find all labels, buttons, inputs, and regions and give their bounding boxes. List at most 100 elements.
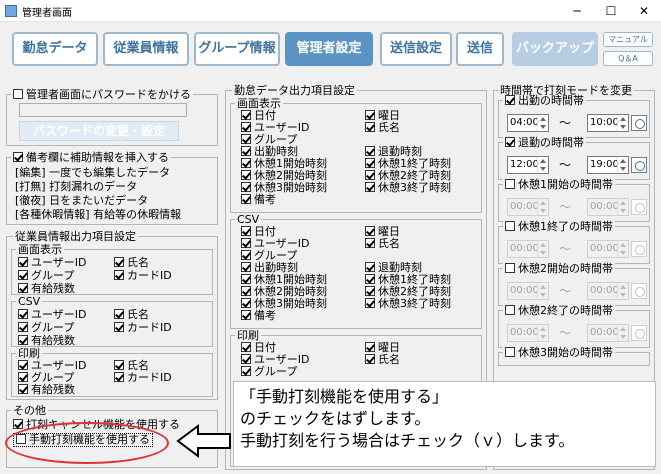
close-button[interactable]: ✕ xyxy=(627,0,661,22)
kintai-data-button[interactable]: 勤怠データ xyxy=(12,32,98,66)
spin-arrows-icon[interactable] xyxy=(617,115,628,131)
spin-arrows-icon[interactable] xyxy=(537,115,548,131)
time-row-label: 休憩2開始の時間帯 xyxy=(518,262,613,275)
kintai-print-name[interactable]: 氏名 xyxy=(365,354,400,366)
employee-print-paid[interactable]: 有給残数 xyxy=(18,384,75,396)
clock-icon[interactable] xyxy=(631,115,647,131)
app-icon xyxy=(5,5,17,17)
time-from-input[interactable]: 00:00 xyxy=(507,240,549,258)
employee-screen-group-cb[interactable]: グループ xyxy=(18,270,74,282)
qa-button[interactable]: Q＆A xyxy=(603,51,653,66)
spin-arrows-icon[interactable] xyxy=(537,325,548,341)
spin-arrows-icon[interactable] xyxy=(617,199,628,215)
callout-line-1: 「手動打刻機能を使用する」 xyxy=(240,387,449,406)
employee-info-button[interactable]: 従業員情報 xyxy=(103,32,189,66)
time-row-checkbox[interactable]: 出勤の時間帯 xyxy=(503,95,586,107)
window-title: 管理者画面 xyxy=(22,8,72,19)
remarks-line-missing: [打無] 打刻漏れのデータ xyxy=(15,180,138,193)
time-row-checkbox-box[interactable] xyxy=(505,179,515,189)
time-row-checkbox-box[interactable] xyxy=(505,95,515,105)
group-info-button[interactable]: グループ情報 xyxy=(194,32,280,66)
time-row-checkbox[interactable]: 休憩2終了の時間帯 xyxy=(503,305,615,317)
time-row-group: 休憩3開始の時間帯 xyxy=(498,347,650,366)
clock-icon[interactable] xyxy=(631,199,647,215)
time-row-checkbox[interactable]: 休憩2開始の時間帯 xyxy=(503,263,615,275)
time-from-input[interactable]: 12:00 xyxy=(507,156,549,174)
employee-csv-userid[interactable]: ユーザーID xyxy=(18,309,87,321)
kintai-screen-name[interactable]: 氏名 xyxy=(365,122,400,134)
spin-arrows-icon[interactable] xyxy=(537,157,548,173)
time-to-input[interactable]: 00:00 xyxy=(587,240,629,258)
employee-screen-paid[interactable]: 有給残数 xyxy=(18,283,75,295)
password-checkbox[interactable]: 管理者画面にパスワードをかける xyxy=(11,89,193,101)
kintai-csv-memo[interactable]: 備考 xyxy=(241,310,276,322)
time-from-input[interactable]: 00:00 xyxy=(507,198,549,216)
time-from-input[interactable]: 00:00 xyxy=(507,324,549,342)
time-row-checkbox-box[interactable] xyxy=(505,347,515,357)
time-row-group: 休憩1終了の時間帯 00:00 ～ 00:00 xyxy=(498,221,650,264)
pointer-arrow-icon xyxy=(176,424,231,458)
time-row-checkbox-box[interactable] xyxy=(505,305,515,315)
backup-button[interactable]: バックアップ xyxy=(512,32,598,66)
time-row-checkbox[interactable]: 退勤の時間帯 xyxy=(503,137,586,149)
kintai-screen-group: 画面表示 日付 ユーザーID グループ 出勤時刻 休憩1開始時刻 休憩2開始時刻… xyxy=(230,97,482,213)
kintai-csv-name[interactable]: 氏名 xyxy=(365,238,400,250)
maximize-button[interactable]: ☐ xyxy=(594,0,628,22)
time-row-group: 退勤の時間帯 12:00 ～ 19:00 xyxy=(498,137,650,180)
time-to-input[interactable]: 00:00 xyxy=(587,198,629,216)
remarks-line-edit: [編集] 一度でも編集したデータ xyxy=(15,166,171,179)
password-input[interactable] xyxy=(19,103,187,117)
remarks-group: 備考欄に補助情報を挿入する [編集] 一度でも編集したデータ [打無] 打刻漏れ… xyxy=(6,152,218,225)
time-row-label: 休憩1開始の時間帯 xyxy=(518,178,613,191)
employee-csv-cardid[interactable]: カードID xyxy=(114,322,172,334)
employee-screen-userid[interactable]: ユーザーID xyxy=(18,257,87,269)
time-to-input[interactable]: 10:00 xyxy=(587,114,629,132)
clock-icon[interactable] xyxy=(631,241,647,257)
spin-arrows-icon[interactable] xyxy=(537,199,548,215)
admin-settings-button[interactable]: 管理者設定 xyxy=(285,32,373,66)
employee-print-cardid[interactable]: カードID xyxy=(114,372,172,384)
time-row-checkbox[interactable]: 休憩1開始の時間帯 xyxy=(503,179,615,191)
send-button[interactable]: 送信 xyxy=(456,32,504,66)
manual-button[interactable]: マニュアル xyxy=(603,32,653,47)
clock-icon[interactable] xyxy=(631,325,647,341)
time-row-checkbox[interactable]: 休憩1終了の時間帯 xyxy=(503,221,615,233)
clock-icon[interactable] xyxy=(631,157,647,173)
employee-csv-group: CSV ユーザーID 氏名 グループ カードID 有給残数 xyxy=(11,295,213,347)
send-settings-button[interactable]: 送信設定 xyxy=(380,32,452,66)
spin-arrows-icon[interactable] xyxy=(537,283,548,299)
time-row-checkbox-box[interactable] xyxy=(505,137,515,147)
minimize-button[interactable]: ─ xyxy=(560,0,594,22)
remarks-checkbox[interactable]: 備考欄に補助情報を挿入する xyxy=(11,152,171,164)
clock-icon[interactable] xyxy=(631,283,647,299)
employee-screen-cardid[interactable]: カードID xyxy=(114,270,172,282)
spin-arrows-icon[interactable] xyxy=(617,157,628,173)
kintai-screen-b3e[interactable]: 休憩3終了時刻 xyxy=(365,182,451,194)
time-to-input[interactable]: 19:00 xyxy=(587,156,629,174)
title-bar: 管理者画面 ─ ☐ ✕ xyxy=(0,0,661,22)
time-row-group: 休憩2開始の時間帯 00:00 ～ 00:00 xyxy=(498,263,650,306)
spin-arrows-icon[interactable] xyxy=(537,241,548,257)
kintai-print-group-cb[interactable]: グループ xyxy=(241,366,297,378)
employee-csv-name[interactable]: 氏名 xyxy=(114,309,149,321)
time-row-checkbox[interactable]: 休憩3開始の時間帯 xyxy=(503,347,615,359)
kintai-screen-memo[interactable]: 備考 xyxy=(241,194,276,206)
time-to-input[interactable]: 00:00 xyxy=(587,324,629,342)
time-to-input[interactable]: 00:00 xyxy=(587,282,629,300)
password-change-button[interactable]: パスワードの変更・設定 xyxy=(19,121,179,141)
employee-csv-group-cb[interactable]: グループ xyxy=(18,322,74,334)
employee-screen-name[interactable]: 氏名 xyxy=(114,257,149,269)
spin-arrows-icon[interactable] xyxy=(617,283,628,299)
spin-arrows-icon[interactable] xyxy=(617,325,628,341)
time-row-checkbox-box[interactable] xyxy=(505,221,515,231)
employee-csv-paid[interactable]: 有給残数 xyxy=(18,335,75,347)
kintai-csv-b3e[interactable]: 休憩3終了時刻 xyxy=(365,298,451,310)
time-row-label: 退勤の時間帯 xyxy=(518,136,584,149)
time-from-input[interactable]: 00:00 xyxy=(507,282,549,300)
tilde-separator: ～ xyxy=(559,116,572,130)
time-row-checkbox-box[interactable] xyxy=(505,263,515,273)
remarks-checkbox-box[interactable] xyxy=(13,152,23,162)
time-from-input[interactable]: 04:00 xyxy=(507,114,549,132)
spin-arrows-icon[interactable] xyxy=(617,241,628,257)
password-checkbox-box[interactable] xyxy=(13,89,23,99)
